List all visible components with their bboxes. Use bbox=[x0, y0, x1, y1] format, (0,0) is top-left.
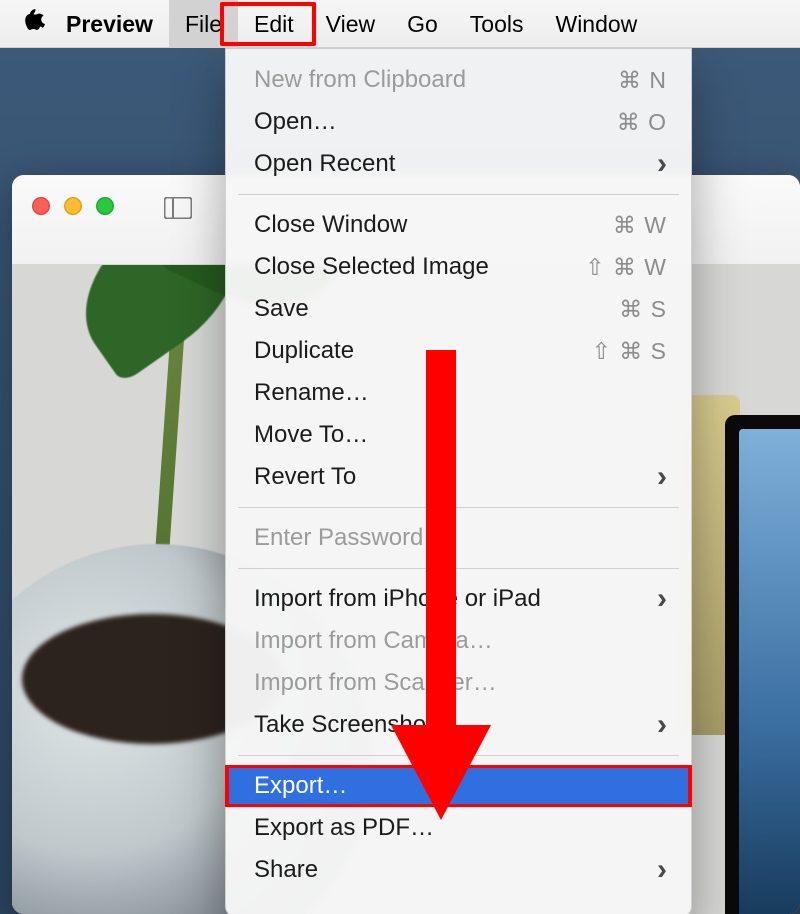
menu-item-import-camera: Import from Camera… bbox=[226, 620, 691, 662]
menu-separator bbox=[238, 507, 679, 508]
menu-item-move-to[interactable]: Move To… bbox=[226, 414, 691, 456]
menu-item-label: Share bbox=[254, 856, 318, 884]
window-zoom-button[interactable] bbox=[96, 197, 114, 215]
menu-item-new-from-clipboard: New from Clipboard ⌘ N bbox=[226, 59, 691, 101]
menu-item-label: Revert To bbox=[254, 463, 356, 491]
menu-item-export[interactable]: Export… bbox=[226, 765, 691, 807]
menubar-app-name[interactable]: Preview bbox=[66, 0, 169, 48]
menu-item-share[interactable]: Share › bbox=[226, 849, 691, 891]
menu-separator bbox=[238, 194, 679, 195]
menu-item-export-as-pdf[interactable]: Export as PDF… bbox=[226, 807, 691, 849]
menu-separator bbox=[238, 568, 679, 569]
menu-item-shortcut: ⌘ O bbox=[617, 109, 667, 136]
menu-item-rename[interactable]: Rename… bbox=[226, 372, 691, 414]
menu-item-label: Move To… bbox=[254, 421, 368, 449]
menu-separator bbox=[238, 755, 679, 756]
menu-item-enter-password: Enter Password… bbox=[226, 517, 691, 559]
menu-item-open-recent[interactable]: Open Recent › bbox=[226, 143, 691, 185]
menu-item-label: Close Selected Image bbox=[254, 253, 489, 281]
menu-item-label: Rename… bbox=[254, 379, 369, 407]
menu-item-label: Take Screenshot bbox=[254, 711, 433, 739]
menubar-item-window[interactable]: Window bbox=[539, 0, 653, 48]
menubar-item-edit[interactable]: Edit bbox=[238, 0, 310, 48]
file-menu-dropdown: New from Clipboard ⌘ N Open… ⌘ O Open Re… bbox=[225, 48, 692, 914]
menu-item-open[interactable]: Open… ⌘ O bbox=[226, 101, 691, 143]
menu-item-revert-to[interactable]: Revert To › bbox=[226, 456, 691, 498]
menu-item-label: Duplicate bbox=[254, 337, 354, 365]
menubar-item-tools[interactable]: Tools bbox=[454, 0, 540, 48]
menu-item-shortcut: ⌘ W bbox=[613, 212, 667, 239]
menu-item-import-iphone-ipad[interactable]: Import from iPhone or iPad › bbox=[226, 578, 691, 620]
menu-item-label: Import from Camera… bbox=[254, 627, 493, 655]
menu-item-label: Export… bbox=[254, 772, 347, 800]
menu-item-label: Open… bbox=[254, 108, 337, 136]
menu-item-shortcut: ⌘ S bbox=[619, 296, 667, 323]
menu-item-label: Import from Scanner… bbox=[254, 669, 497, 697]
menu-item-label: New from Clipboard bbox=[254, 66, 466, 94]
menu-item-shortcut: ⇧ ⌘ W bbox=[585, 254, 667, 281]
window-minimize-button[interactable] bbox=[64, 197, 82, 215]
menu-item-label: Enter Password… bbox=[254, 524, 447, 552]
menu-item-label: Import from iPhone or iPad bbox=[254, 585, 541, 613]
menu-item-label: Save bbox=[254, 295, 309, 323]
menu-item-label: Export as PDF… bbox=[254, 814, 434, 842]
menu-item-shortcut: ⌘ N bbox=[618, 67, 667, 94]
menu-item-import-scanner: Import from Scanner… bbox=[226, 662, 691, 704]
menu-item-close-window[interactable]: Close Window ⌘ W bbox=[226, 204, 691, 246]
menubar-item-view[interactable]: View bbox=[310, 0, 391, 48]
sidebar-toggle-icon[interactable] bbox=[164, 197, 192, 224]
menubar-item-file[interactable]: File bbox=[169, 0, 238, 48]
menu-item-close-selected-image[interactable]: Close Selected Image ⇧ ⌘ W bbox=[226, 246, 691, 288]
menu-item-label: Close Window bbox=[254, 211, 407, 239]
window-close-button[interactable] bbox=[32, 197, 50, 215]
menubar: Preview File Edit View Go Tools Window bbox=[0, 0, 800, 48]
menu-item-label: Open Recent bbox=[254, 150, 395, 178]
menu-item-duplicate[interactable]: Duplicate ⇧ ⌘ S bbox=[226, 330, 691, 372]
menubar-item-go[interactable]: Go bbox=[391, 0, 454, 48]
menu-item-shortcut: ⇧ ⌘ S bbox=[592, 338, 667, 365]
menu-item-save[interactable]: Save ⌘ S bbox=[226, 288, 691, 330]
apple-menu-icon[interactable] bbox=[22, 9, 66, 39]
menu-item-take-screenshot[interactable]: Take Screenshot › bbox=[226, 704, 691, 746]
